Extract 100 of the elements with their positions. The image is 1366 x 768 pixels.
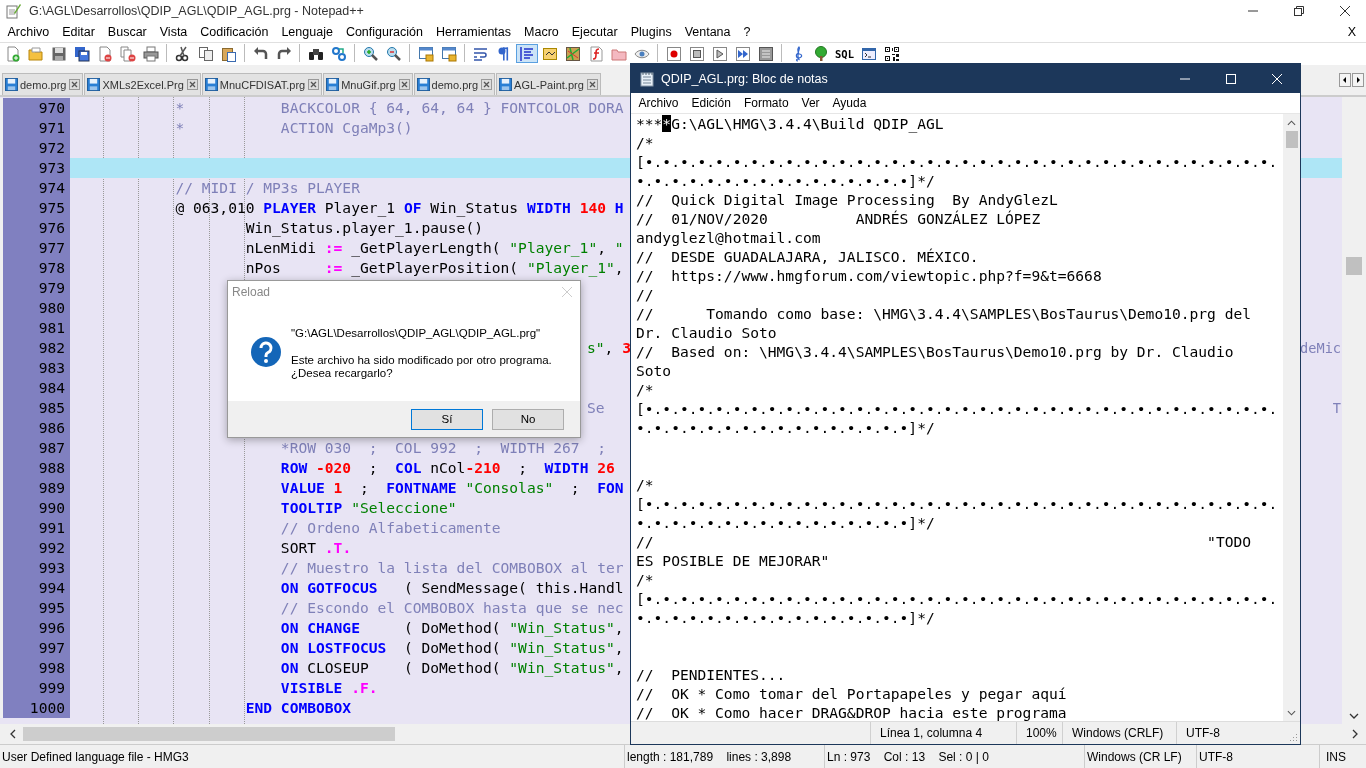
code-line: // Muestro la lista del COMBOBOX al ter (279, 558, 624, 578)
scrollbar-thumb[interactable] (23, 727, 395, 741)
restore-icon[interactable] (1294, 6, 1304, 16)
line-number: 971 (0, 118, 70, 138)
menu-item[interactable]: Formato (737, 96, 796, 110)
close-document-button[interactable]: X (1347, 25, 1366, 39)
code-line: ON CLOSEUP ( DoMethod( "Win_Status", (279, 658, 624, 678)
code-line: VISIBLE .F. (279, 678, 378, 698)
scroll-right-icon[interactable] (1352, 729, 1358, 739)
file-tab[interactable]: AGL-Paint.prg (496, 73, 601, 95)
text-line: // PENDIENTES... (636, 666, 786, 683)
code-line: *ROW 030 ; COL 992 ; WIDTH 267 ; (279, 438, 606, 458)
text-line: // Quick Digital Image Processing By AndyGlezL (636, 191, 1058, 208)
menu-item[interactable]: Buscar (101, 25, 154, 39)
menu-item[interactable]: Ejecutar (565, 25, 625, 39)
menu-item[interactable]: Herramientas (429, 25, 518, 39)
menu-item[interactable]: Configuración (339, 25, 430, 39)
line-number: 995 (0, 598, 70, 618)
text-line: andyglezl@hotmail.com (636, 229, 821, 246)
menu-item[interactable]: Editar (55, 25, 102, 39)
status-field: UTF-8 (1176, 722, 1276, 744)
file-tab[interactable]: demo.prg (413, 73, 496, 95)
text-line: •.•.•.•.•.•.•.•.•.•.•.•.•.•.•.•]*/ (636, 514, 935, 531)
close-tab-icon[interactable] (186, 79, 198, 90)
menu-item[interactable]: Ayuda (826, 96, 873, 110)
close-icon[interactable] (1340, 6, 1350, 16)
resize-grip-icon[interactable] (1288, 732, 1298, 742)
code-line: * ACTION CgaMp3() (174, 118, 413, 138)
menu-item[interactable]: Archivo (632, 96, 685, 110)
scroll-down-icon[interactable] (1287, 710, 1296, 716)
text-line: /* (636, 571, 654, 588)
line-number: 975 (0, 198, 70, 218)
selected-text: * (662, 115, 672, 132)
scrollbar-thumb[interactable] (1285, 131, 1298, 148)
menu-item[interactable]: Ver (795, 96, 827, 110)
menu-item[interactable]: Lenguaje (274, 25, 340, 39)
text-line: // https://www.hmgforum.com/viewtopic.php?f=9&t=6668 (636, 267, 1102, 284)
file-tab[interactable]: MnuCFDISAT.prg (201, 73, 323, 95)
line-number: 1000 (0, 698, 70, 718)
line-number: 974 (0, 178, 70, 198)
file-tab[interactable]: MnuGif.prg (323, 73, 413, 95)
line-number: 988 (0, 458, 70, 478)
menu-item[interactable]: Macro (517, 25, 566, 39)
text-line: [•.•.•.•.•.•.•.•.•.•.•.•.•.•.•.•.•.•.•.•.•.•.•.•.•.•.•.•.•.•.•.•.•.•.•.•. (636, 590, 1278, 607)
text-line: ES POSIBLE DE MEJORAR" (636, 552, 830, 569)
scroll-left-icon[interactable] (10, 729, 16, 739)
menu-item[interactable]: Vista (153, 25, 194, 39)
menu-item[interactable]: Plugins (624, 25, 679, 39)
dialog-button[interactable]: No (492, 408, 564, 430)
scroll-up-icon[interactable] (1287, 120, 1296, 126)
scrollbar-thumb[interactable] (1346, 257, 1362, 275)
line-number: 983 (0, 358, 70, 378)
text-line: // (636, 286, 654, 303)
close-tab-icon[interactable] (308, 79, 320, 90)
dialog-button[interactable]: Sí (411, 408, 483, 430)
line-number: 973 (0, 158, 70, 178)
sql-button[interactable]: SQL (832, 44, 857, 63)
line-number: 992 (0, 538, 70, 558)
text-line: •.•.•.•.•.•.•.•.•.•.•.•.•.•.•.•]*/ (636, 609, 935, 626)
status-field: User Defined language file - HMG3 (0, 745, 625, 768)
code-line: END COMBOBOX (244, 698, 352, 718)
close-tab-icon[interactable] (69, 79, 81, 90)
file-tab[interactable]: XMLs2Excel.Prg (84, 73, 201, 95)
window-title: QDIP_AGL.prg: Bloc de notas (661, 71, 828, 86)
text-line: •.•.•.•.•.•.•.•.•.•.•.•.•.•.•.•]*/ (636, 419, 935, 436)
code-line: * BACKCOLOR { 64, 64, 64 } FONTCOLOR DORA (174, 98, 624, 118)
scroll-left-icon[interactable] (1339, 73, 1351, 87)
code-fragment: T (1332, 399, 1342, 418)
code-line: // Ordeno Alfabeticamente (279, 518, 501, 538)
menu-item[interactable]: Codificación (193, 25, 275, 39)
indent-guide-icon[interactable] (515, 44, 538, 63)
code-line: // Escondo el COMBOBOX hasta que se nec (279, 598, 624, 618)
code-line: ON CHANGE ( DoMethod( "Win_Status", (279, 618, 624, 638)
text-line: /* (636, 134, 654, 151)
menu-item[interactable]: ? (737, 25, 757, 39)
line-number: 998 (0, 658, 70, 678)
scroll-down-icon[interactable] (1349, 713, 1359, 719)
dialog-message: ¿Desea recargarlo? (291, 367, 394, 379)
vertical-scrollbar[interactable] (1283, 114, 1300, 721)
close-tab-icon[interactable] (398, 79, 410, 90)
menu-item[interactable]: Edición (685, 96, 738, 110)
maximize-icon[interactable] (1226, 73, 1236, 84)
line-number: 979 (0, 278, 70, 298)
code-line: nPos := _GetPlayerPosition( "Player_1", (244, 258, 624, 278)
text-line: [•.•.•.•.•.•.•.•.•.•.•.•.•.•.•.•.•.•.•.•.•.•.•.•.•.•.•.•.•.•.•.•.•.•.•.•. (636, 400, 1278, 417)
code-line: // MIDI / MP3s PLAYER (174, 178, 360, 198)
close-tab-icon[interactable] (586, 79, 598, 90)
text-line: // OK * Como tomar del Portapapeles y pegar aquí (636, 685, 1067, 702)
line-number: 993 (0, 558, 70, 578)
code-line: SORT .T. (279, 538, 352, 558)
file-path: "G:\AGL\Desarrollos\QDIP_AGL\QDIP_AGL.prg" (291, 327, 542, 339)
close-tab-icon[interactable] (481, 79, 493, 90)
line-number: 976 (0, 218, 70, 238)
line-number: 981 (0, 318, 70, 338)
scroll-right-icon[interactable] (1352, 73, 1364, 87)
file-tab[interactable]: demo.prg (2, 73, 84, 95)
menu-item[interactable]: Archivo (1, 25, 56, 39)
vertical-scrollbar[interactable] (1342, 97, 1366, 724)
text-line: // 01/NOV/2020 ANDRÉS GONZÁLEZ LÓPEZ (636, 210, 1041, 227)
menu-item[interactable]: Ventana (678, 25, 738, 39)
